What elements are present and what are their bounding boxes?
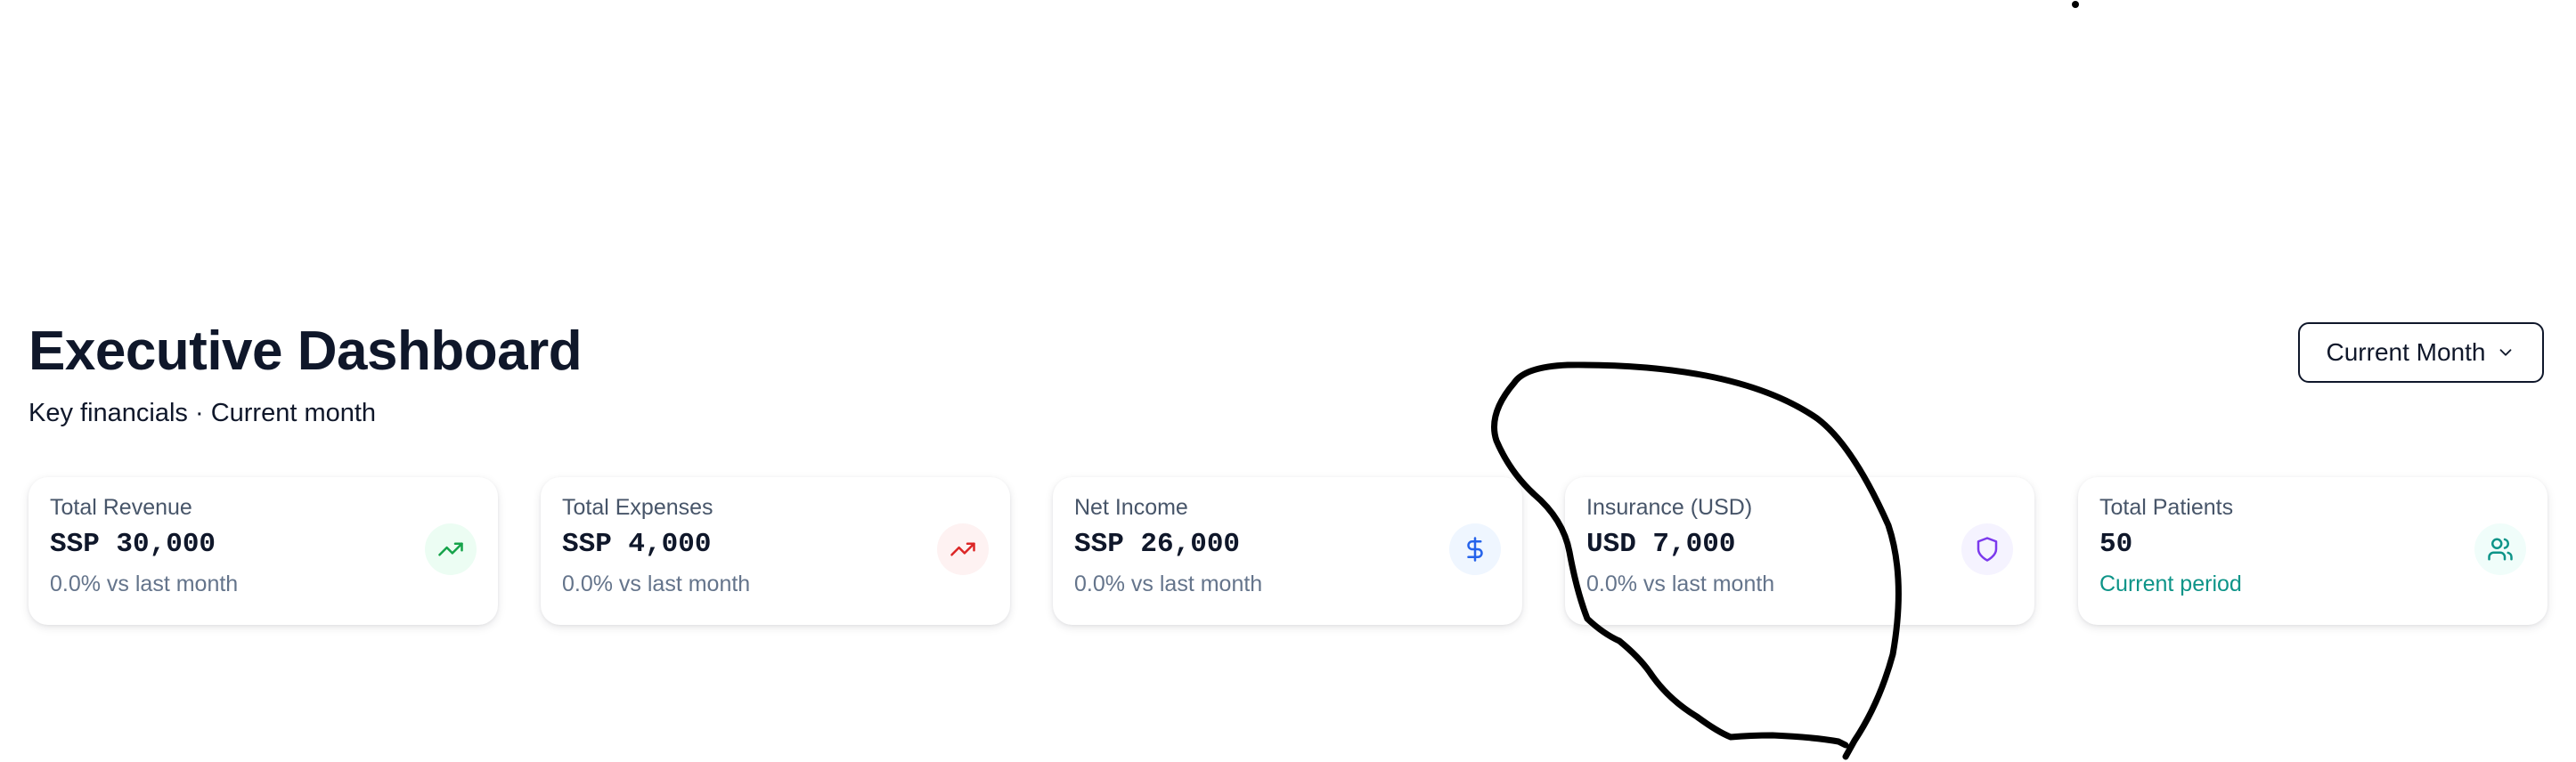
page-title: Executive Dashboard: [29, 320, 583, 382]
card-value: SSP 30,000: [50, 529, 216, 560]
card-change: 0.0% vs last month: [562, 572, 751, 596]
card-label: Total Expenses: [562, 495, 713, 520]
card-label: Total Revenue: [50, 495, 192, 520]
card-period: Current period: [2099, 572, 2242, 596]
card-total-patients[interactable]: Total Patients 50 Current period: [2078, 477, 2547, 625]
shield-icon: [1961, 523, 2013, 575]
card-change: 0.0% vs last month: [50, 572, 239, 596]
period-select[interactable]: Current Month: [2298, 322, 2544, 383]
dollar-icon: [1449, 523, 1501, 575]
card-total-expenses[interactable]: Total Expenses SSP 4,000 0.0% vs last mo…: [541, 477, 1010, 625]
card-value: USD 7,000: [1586, 529, 1736, 560]
trending-up-icon: [937, 523, 989, 575]
trending-up-icon: [425, 523, 477, 575]
card-value: 50: [2099, 529, 2133, 560]
card-label: Net Income: [1074, 495, 1188, 520]
users-icon: [2474, 523, 2526, 575]
kpi-cards: Total Revenue SSP 30,000 0.0% vs last mo…: [29, 477, 2547, 625]
card-label: Insurance (USD): [1586, 495, 1753, 520]
annotation-dot: [2072, 1, 2079, 8]
card-change: 0.0% vs last month: [1074, 572, 1263, 596]
card-value: SSP 4,000: [562, 529, 712, 560]
chevron-down-icon: [2500, 349, 2512, 356]
page-subtitle: Key financials · Current month: [29, 399, 377, 427]
card-net-income[interactable]: Net Income SSP 26,000 0.0% vs last month: [1053, 477, 1522, 625]
card-total-revenue[interactable]: Total Revenue SSP 30,000 0.0% vs last mo…: [29, 477, 498, 625]
period-select-value: Current Month: [2326, 338, 2486, 366]
card-insurance-usd[interactable]: Insurance (USD) USD 7,000 0.0% vs last m…: [1565, 477, 2034, 625]
card-change: 0.0% vs last month: [1586, 572, 1775, 596]
card-label: Total Patients: [2099, 495, 2234, 520]
card-value: SSP 26,000: [1074, 529, 1241, 560]
